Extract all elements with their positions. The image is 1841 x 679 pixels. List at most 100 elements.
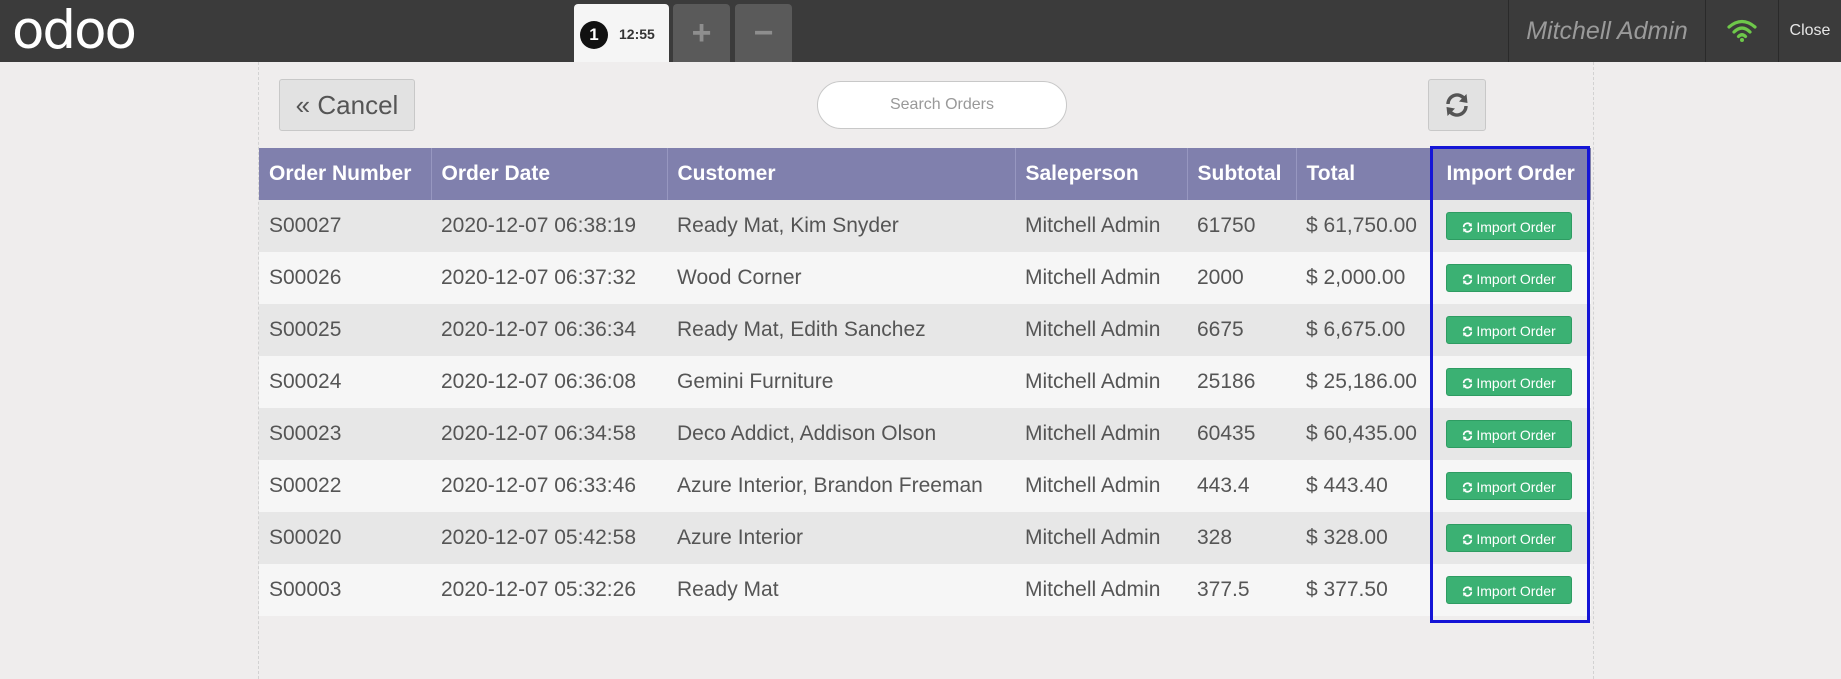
cell-order-number: S00026 (269, 266, 342, 289)
import-order-label: Import Order (1476, 219, 1556, 235)
column-header-saleperson: Saleperson (1015, 148, 1188, 200)
close-button[interactable]: Close (1779, 0, 1841, 62)
cell-subtotal: 60435 (1197, 422, 1256, 445)
cell-subtotal: 443.4 (1197, 474, 1250, 497)
refresh-icon (1463, 378, 1473, 389)
cell-saleperson: Mitchell Admin (1025, 370, 1161, 393)
cell-order-date: 2020-12-07 05:42:58 (441, 526, 636, 549)
cell-order-number: S00003 (269, 578, 342, 601)
cell-total: $ 443.40 (1306, 474, 1388, 497)
cell-customer: Gemini Furniture (677, 370, 834, 393)
add-order-button[interactable]: + (673, 4, 730, 62)
refresh-icon (1463, 534, 1473, 545)
cell-saleperson: Mitchell Admin (1025, 578, 1161, 601)
import-order-label: Import Order (1476, 583, 1556, 599)
import-order-label: Import Order (1476, 271, 1556, 287)
import-order-button[interactable]: Import Order (1446, 524, 1572, 552)
cell-saleperson: Mitchell Admin (1025, 526, 1161, 549)
top-bar: odoo 1 12:55 + − Mitchell Admin Close (0, 0, 1841, 62)
cell-saleperson: Mitchell Admin (1025, 474, 1161, 497)
table-row[interactable]: S00027 2020-12-07 06:38:19 Ready Mat, Ki… (259, 200, 1591, 252)
cell-import: Import Order (1432, 252, 1591, 304)
cell-total: $ 61,750.00 (1306, 214, 1417, 237)
order-tab[interactable]: 1 12:55 (574, 4, 669, 62)
cell-subtotal: 2000 (1197, 266, 1244, 289)
cell-total: $ 60,435.00 (1306, 422, 1417, 445)
cell-total: $ 377.50 (1306, 578, 1388, 601)
order-tab-number: 1 (580, 21, 608, 49)
table-row[interactable]: S00023 2020-12-07 06:34:58 Deco Addict, … (259, 408, 1591, 460)
wifi-icon (1727, 19, 1757, 42)
user-name[interactable]: Mitchell Admin (1508, 0, 1706, 62)
cell-saleperson: Mitchell Admin (1025, 266, 1161, 289)
import-order-button[interactable]: Import Order (1446, 316, 1572, 344)
cell-subtotal: 377.5 (1197, 578, 1250, 601)
cell-customer: Azure Interior, Brandon Freeman (677, 474, 983, 497)
table-row[interactable]: S00022 2020-12-07 06:33:46 Azure Interio… (259, 460, 1591, 512)
cell-import: Import Order (1432, 304, 1591, 356)
cell-order-number: S00025 (269, 318, 342, 341)
cell-total: $ 25,186.00 (1306, 370, 1417, 393)
cell-customer: Azure Interior (677, 526, 804, 549)
import-order-label: Import Order (1476, 479, 1556, 495)
cell-order-number: S00027 (269, 214, 342, 237)
column-header-total: Total (1296, 148, 1433, 200)
column-header-order-date: Order Date (431, 148, 668, 200)
refresh-icon (1463, 430, 1473, 441)
cell-order-number: S00020 (269, 526, 342, 549)
cell-import: Import Order (1432, 356, 1591, 408)
refresh-icon (1463, 586, 1473, 597)
refresh-button[interactable] (1428, 79, 1486, 131)
cancel-label: Cancel (317, 90, 399, 120)
import-order-button[interactable]: Import Order (1446, 368, 1572, 396)
cell-customer: Ready Mat, Kim Snyder (677, 214, 899, 237)
cancel-button[interactable]: « Cancel (279, 79, 415, 131)
search-input[interactable] (817, 81, 1067, 129)
import-order-button[interactable]: Import Order (1446, 420, 1572, 448)
cell-import: Import Order (1432, 564, 1591, 616)
cell-order-date: 2020-12-07 06:36:34 (441, 318, 636, 341)
cell-subtotal: 61750 (1197, 214, 1256, 237)
table-row[interactable]: S00020 2020-12-07 05:42:58 Azure Interio… (259, 512, 1591, 564)
cell-order-number: S00024 (269, 370, 342, 393)
cell-total: $ 6,675.00 (1306, 318, 1406, 341)
table-row[interactable]: S00025 2020-12-07 06:36:34 Ready Mat, Ed… (259, 304, 1591, 356)
import-order-button[interactable]: Import Order (1446, 212, 1572, 240)
import-order-button[interactable]: Import Order (1446, 472, 1572, 500)
cell-order-number: S00023 (269, 422, 342, 445)
table-row[interactable]: S00026 2020-12-07 06:37:32 Wood Corner M… (259, 252, 1591, 304)
table-row[interactable]: S00024 2020-12-07 06:36:08 Gemini Furnit… (259, 356, 1591, 408)
orders-table: Order Number Order Date Customer Saleper… (259, 148, 1591, 616)
cell-order-date: 2020-12-07 06:34:58 (441, 422, 636, 445)
order-tab-time: 12:55 (619, 26, 655, 42)
cell-order-date: 2020-12-07 05:32:26 (441, 578, 636, 601)
double-chevron-left-icon: « (295, 90, 311, 120)
cell-order-date: 2020-12-07 06:37:32 (441, 266, 636, 289)
import-order-label: Import Order (1476, 427, 1556, 443)
cell-customer: Deco Addict, Addison Olson (677, 422, 937, 445)
cell-import: Import Order (1432, 200, 1591, 252)
import-order-button[interactable]: Import Order (1446, 264, 1572, 292)
cell-import: Import Order (1432, 512, 1591, 564)
cell-order-date: 2020-12-07 06:38:19 (441, 214, 636, 237)
cell-order-number: S00022 (269, 474, 342, 497)
wifi-status[interactable] (1704, 0, 1779, 62)
remove-order-button[interactable]: − (735, 4, 792, 62)
cell-saleperson: Mitchell Admin (1025, 214, 1161, 237)
import-order-button[interactable]: Import Order (1446, 576, 1572, 604)
column-header-subtotal: Subtotal (1187, 148, 1297, 200)
table-row[interactable]: S00003 2020-12-07 05:32:26 Ready Mat Mit… (259, 564, 1591, 616)
cell-subtotal: 6675 (1197, 318, 1244, 341)
odoo-logo: odoo (12, 0, 137, 61)
import-order-label: Import Order (1476, 375, 1556, 391)
cell-total: $ 328.00 (1306, 526, 1388, 549)
refresh-icon (1446, 93, 1468, 117)
cell-order-date: 2020-12-07 06:33:46 (441, 474, 636, 497)
import-order-label: Import Order (1476, 323, 1556, 339)
cell-order-date: 2020-12-07 06:36:08 (441, 370, 636, 393)
import-order-label: Import Order (1476, 531, 1556, 547)
cell-import: Import Order (1432, 408, 1591, 460)
table-header-row: Order Number Order Date Customer Saleper… (259, 148, 1591, 200)
cell-customer: Ready Mat, Edith Sanchez (677, 318, 926, 341)
refresh-icon (1463, 274, 1473, 285)
